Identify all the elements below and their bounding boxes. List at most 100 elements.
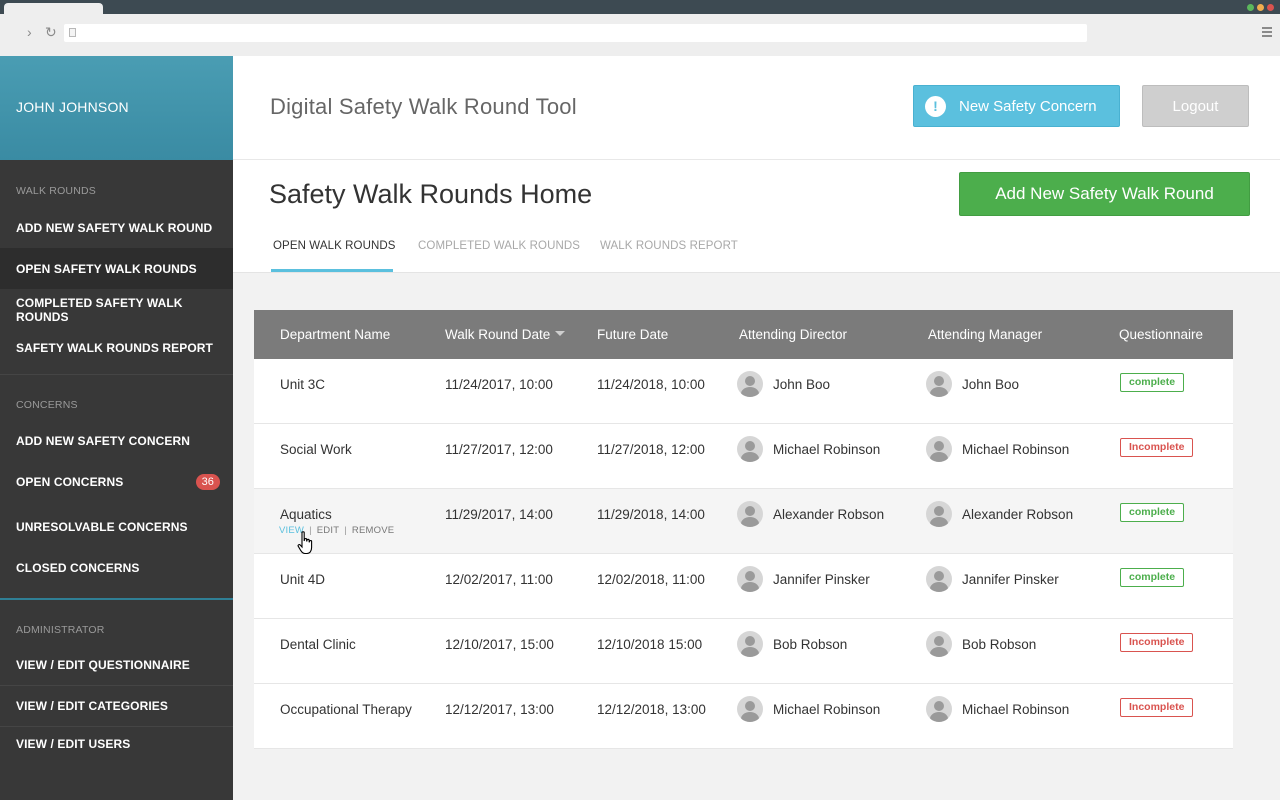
future-date-cell: 12/10/2018 15:00 — [597, 637, 703, 652]
walk-date-cell: 11/27/2017, 12:00 — [445, 442, 553, 457]
maximize-dot-icon[interactable] — [1247, 4, 1254, 11]
walk-date-cell: 12/10/2017, 15:00 — [445, 637, 554, 652]
window-controls — [1247, 4, 1274, 11]
avatar — [737, 436, 763, 462]
future-date-cell: 12/12/2018, 13:00 — [597, 702, 706, 717]
avatar — [926, 501, 952, 527]
manager-name: Alexander Robson — [962, 506, 1074, 522]
table-row[interactable]: Aquatics VIEW | EDIT | REMOVE 11/29/2017, 14… — [254, 489, 1233, 554]
director-name: Alexander Robson — [773, 506, 885, 522]
column-header-department[interactable]: Department Name — [280, 327, 390, 342]
future-date-cell: 12/02/2018, 11:00 — [597, 572, 705, 587]
separator: | — [344, 525, 347, 536]
sidebar-item-edit-categories[interactable]: VIEW / EDIT CATEGORIES — [0, 692, 233, 720]
status-badge: Incomplete — [1120, 633, 1194, 652]
minimize-dot-icon[interactable] — [1257, 4, 1264, 11]
tab-open-walk-rounds[interactable]: OPEN WALK ROUNDS — [273, 240, 396, 252]
sidebar-item-edit-users[interactable]: VIEW / EDIT USERS — [0, 730, 233, 758]
forward-icon[interactable]: › — [27, 25, 32, 39]
manager-cell: Alexander Robson — [926, 501, 1073, 527]
avatar — [737, 631, 763, 657]
table-row[interactable]: Occupational Therapy 12/12/2017, 13:00 1… — [254, 684, 1233, 749]
status-badge: complete — [1120, 503, 1185, 522]
sort-down-icon[interactable] — [555, 331, 566, 336]
director-cell: John Boo — [737, 371, 830, 397]
column-header-label: Walk Round Date — [445, 327, 551, 342]
column-header-director[interactable]: Attending Director — [739, 327, 847, 342]
department-cell: Dental Clinic — [280, 637, 356, 652]
status-badge: Incomplete — [1120, 698, 1194, 717]
table-row[interactable]: Unit 3C 11/24/2017, 10:00 11/24/2018, 10… — [254, 359, 1233, 424]
manager-name: Michael Robinson — [962, 441, 1070, 457]
app-header: Digital Safety Walk Round Tool ! New Saf… — [233, 56, 1280, 160]
manager-cell: Michael Robinson — [926, 436, 1069, 462]
sidebar: JOHN JOHNSON WALK ROUNDS ADD NEW SAFETY … — [0, 56, 233, 800]
avatar — [926, 631, 952, 657]
status-badge: Incomplete — [1120, 438, 1194, 457]
avatar — [926, 566, 952, 592]
address-bar[interactable] — [64, 24, 1087, 42]
reload-icon[interactable]: ↻ — [45, 25, 57, 39]
browser-titlebar — [0, 0, 1280, 14]
sidebar-divider — [0, 598, 233, 600]
sidebar-item-add-walk-round[interactable]: ADD NEW SAFETY WALK ROUND — [0, 214, 233, 242]
director-cell: Jannifer Pinsker — [737, 566, 870, 592]
manager-cell: Bob Robson — [926, 631, 1036, 657]
avatar — [737, 371, 763, 397]
future-date-cell: 11/27/2018, 12:00 — [597, 442, 705, 457]
column-header-future-date[interactable]: Future Date — [597, 327, 668, 342]
column-header-manager[interactable]: Attending Manager — [928, 327, 1042, 342]
avatar — [737, 696, 763, 722]
section-title-walk-rounds: WALK ROUNDS — [16, 185, 96, 197]
tab-completed-walk-rounds[interactable]: COMPLETED WALK ROUNDS — [418, 240, 580, 252]
walk-date-cell: 11/29/2017, 14:00 — [445, 507, 553, 522]
manager-name: Bob Robson — [962, 636, 1037, 652]
director-name: Michael Robinson — [773, 701, 881, 717]
logout-button[interactable]: Logout — [1142, 85, 1249, 127]
close-dot-icon[interactable] — [1267, 4, 1274, 11]
new-safety-concern-button[interactable]: ! New Safety Concern — [913, 85, 1120, 127]
sidebar-item-label: OPEN CONCERNS — [16, 475, 124, 489]
user-name[interactable]: JOHN JOHNSON — [0, 56, 233, 160]
section-title-administrator: ADMINISTRATOR — [16, 624, 105, 636]
department-cell: Unit 4D — [280, 572, 326, 587]
walk-date-cell: 11/24/2017, 10:00 — [445, 377, 553, 392]
manager-cell: John Boo — [926, 371, 1019, 397]
table-row[interactable]: Social Work 11/27/2017, 12:00 11/27/2018… — [254, 424, 1233, 489]
sidebar-item-unresolvable-concerns[interactable]: UNRESOLVABLE CONCERNS — [0, 513, 233, 541]
edit-link[interactable]: EDIT — [317, 525, 339, 536]
sidebar-item-open-walk-rounds[interactable]: OPEN SAFETY WALK ROUNDS — [0, 248, 233, 289]
director-cell: Alexander Robson — [737, 501, 884, 527]
avatar — [926, 696, 952, 722]
department-cell: Aquatics — [280, 507, 332, 522]
sidebar-item-walk-rounds-report[interactable]: SAFETY WALK ROUNDS REPORT — [0, 334, 233, 362]
browser-tab[interactable] — [4, 3, 103, 14]
sidebar-item-open-concerns[interactable]: OPEN CONCERNS 36 — [0, 468, 233, 496]
avatar — [737, 566, 763, 592]
table-row[interactable]: Unit 4D 12/02/2017, 11:00 12/02/2018, 11… — [254, 554, 1233, 619]
tab-walk-rounds-report[interactable]: WALK ROUNDS REPORT — [600, 240, 738, 252]
walk-date-cell: 12/12/2017, 13:00 — [445, 702, 554, 717]
director-cell: Michael Robinson — [737, 436, 880, 462]
sidebar-item-edit-questionnaire[interactable]: VIEW / EDIT QUESTIONNAIRE — [0, 651, 233, 679]
sidebar-item-add-concern[interactable]: ADD NEW SAFETY CONCERN — [0, 427, 233, 455]
table-header: Department Name Walk Round Date Future D… — [254, 310, 1233, 359]
sidebar-item-closed-concerns[interactable]: CLOSED CONCERNS — [0, 554, 233, 582]
table-row[interactable]: Dental Clinic 12/10/2017, 15:00 12/10/20… — [254, 619, 1233, 684]
sidebar-divider — [0, 726, 233, 727]
alert-icon: ! — [925, 95, 946, 117]
page-icon — [69, 28, 76, 37]
department-cell: Unit 3C — [280, 377, 326, 392]
column-header-walk-date[interactable]: Walk Round Date — [445, 327, 566, 342]
page-header: Safety Walk Rounds Home Add New Safety W… — [233, 160, 1280, 273]
concerns-count-badge: 36 — [195, 474, 220, 490]
avatar — [737, 501, 763, 527]
hamburger-menu-icon[interactable] — [1262, 27, 1272, 37]
avatar — [926, 436, 952, 462]
sidebar-item-completed-walk-rounds[interactable]: COMPLETED SAFETY WALK ROUNDS — [0, 296, 233, 324]
remove-link[interactable]: REMOVE — [352, 525, 394, 536]
column-header-questionnaire[interactable]: Questionnaire — [1119, 327, 1203, 342]
sidebar-divider — [0, 374, 233, 375]
add-walk-round-button[interactable]: Add New Safety Walk Round — [959, 172, 1250, 216]
department-cell: Occupational Therapy — [280, 702, 412, 717]
